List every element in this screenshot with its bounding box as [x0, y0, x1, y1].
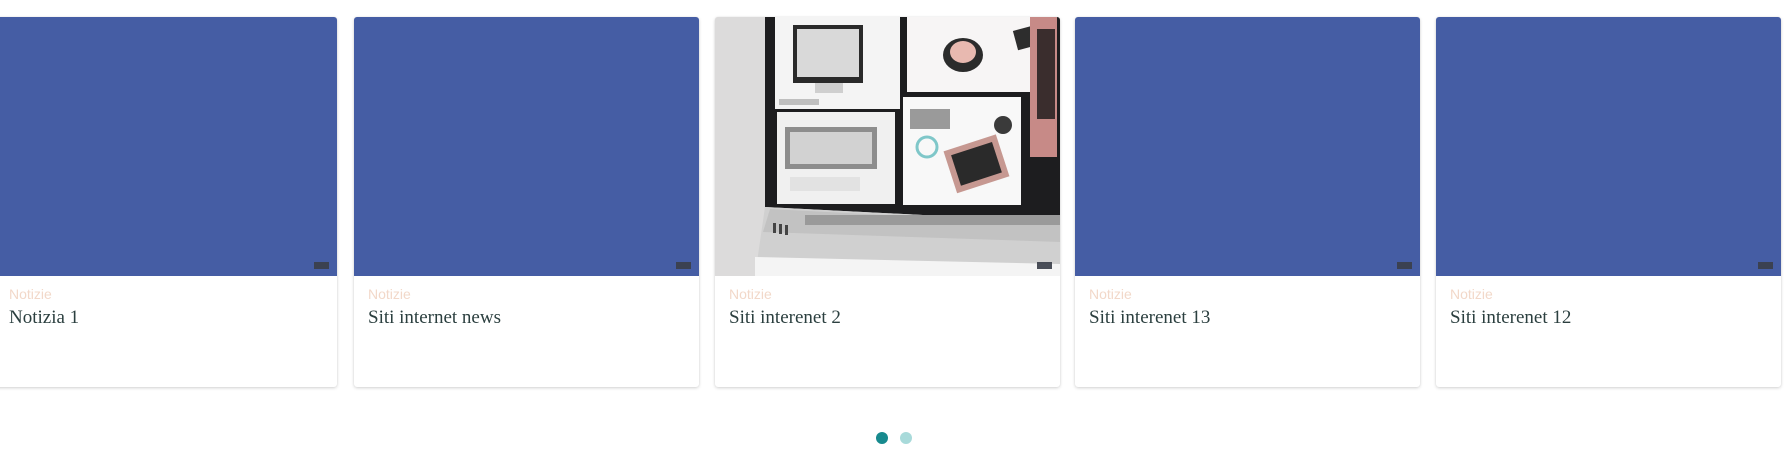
card-title[interactable]: Siti internet news — [368, 305, 699, 331]
carousel-track: Notizie Notizia 1 Notizie Siti internet … — [0, 17, 1788, 389]
card-image-laptop-photo — [715, 17, 1060, 276]
card-body: Notizie Siti internet news — [354, 276, 699, 331]
card-body: Notizie Siti interenet 2 — [715, 276, 1060, 331]
news-card[interactable]: Notizie Siti interenet 12 — [1436, 17, 1781, 387]
card-title[interactable]: Siti interenet 12 — [1450, 305, 1781, 331]
card-category[interactable]: Notizie — [729, 286, 1060, 302]
image-badge-icon — [1397, 262, 1412, 269]
card-image-placeholder — [0, 17, 337, 276]
card-title[interactable]: Siti interenet 2 — [729, 305, 1060, 331]
news-carousel: Notizie Notizia 1 Notizie Siti internet … — [0, 0, 1788, 456]
card-title[interactable]: Siti interenet 13 — [1089, 305, 1420, 331]
card-body: Notizie Siti interenet 13 — [1075, 276, 1420, 331]
image-badge-icon — [314, 262, 329, 269]
carousel-pagination — [0, 432, 1788, 444]
card-category[interactable]: Notizie — [9, 286, 337, 302]
card-image-placeholder — [1075, 17, 1420, 276]
card-category[interactable]: Notizie — [1450, 286, 1781, 302]
image-badge-icon — [676, 262, 691, 269]
news-card[interactable]: Notizie Notizia 1 — [0, 17, 337, 387]
image-badge-icon — [1758, 262, 1773, 269]
pagination-dot-1[interactable] — [876, 432, 888, 444]
card-category[interactable]: Notizie — [1089, 286, 1420, 302]
card-category[interactable]: Notizie — [368, 286, 699, 302]
card-title[interactable]: Notizia 1 — [9, 305, 337, 331]
card-image-placeholder — [354, 17, 699, 276]
card-body: Notizie Siti interenet 12 — [1436, 276, 1781, 331]
news-card[interactable]: Notizie Siti interenet 13 — [1075, 17, 1420, 387]
news-card[interactable]: Notizie Siti internet news — [354, 17, 699, 387]
card-body: Notizie Notizia 1 — [0, 276, 337, 331]
laptop-photo — [715, 17, 1060, 276]
image-badge-icon — [1037, 262, 1052, 269]
pagination-dot-2[interactable] — [900, 432, 912, 444]
card-image-placeholder — [1436, 17, 1781, 276]
news-card[interactable]: Notizie Siti interenet 2 — [715, 17, 1060, 387]
